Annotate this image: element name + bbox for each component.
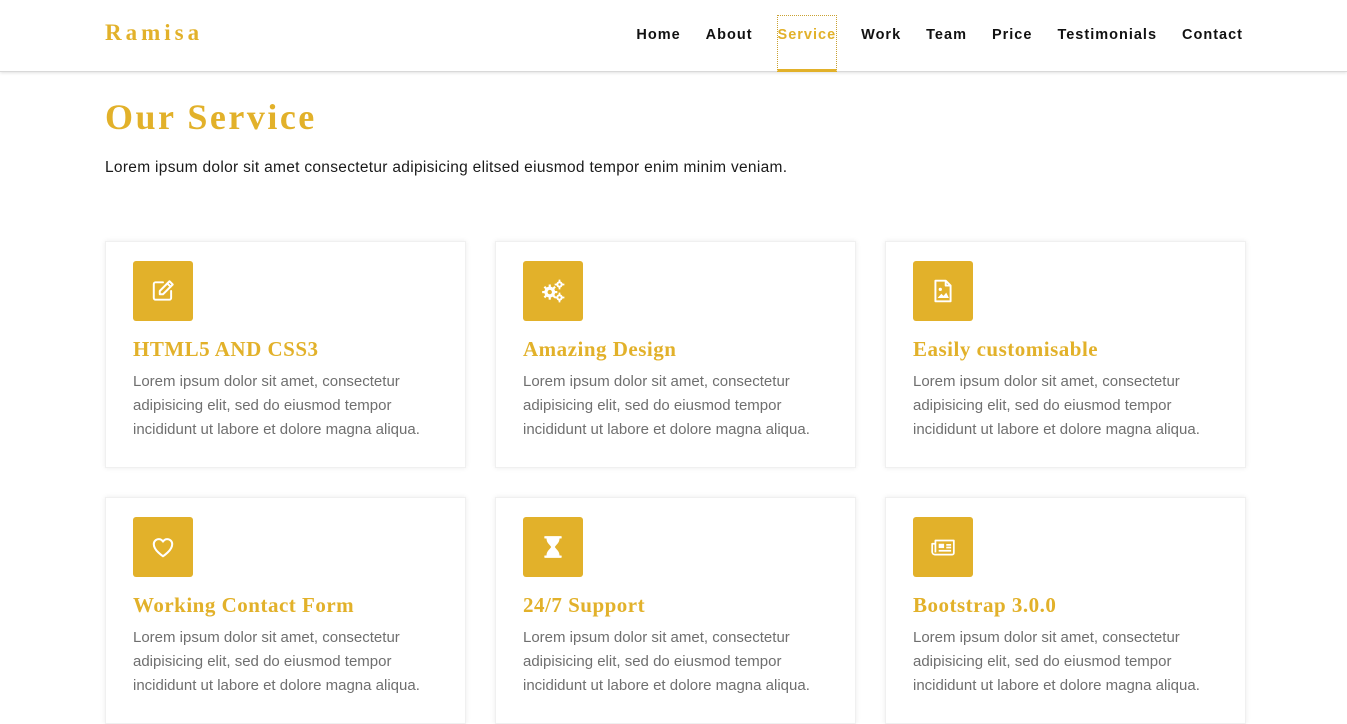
edit-icon [133, 261, 193, 321]
nav-item-team: Team [925, 0, 968, 72]
nav-item-service: Service [776, 0, 838, 72]
nav-item-testimonials: Testimonials [1056, 0, 1158, 72]
image-file-icon [913, 261, 973, 321]
nav-link-about[interactable]: About [705, 15, 754, 72]
service-card-html5: HTML5 AND CSS3 Lorem ipsum dolor sit ame… [105, 241, 466, 468]
nav-link-work[interactable]: Work [860, 15, 902, 72]
newspaper-icon [913, 517, 973, 577]
nav-link-price[interactable]: Price [991, 15, 1033, 72]
nav-link-home[interactable]: Home [635, 15, 681, 72]
gears-icon [523, 261, 583, 321]
brand-logo[interactable]: Ramisa [105, 20, 203, 46]
service-title: HTML5 AND CSS3 [133, 337, 319, 361]
section-description: Lorem ipsum dolor sit amet consectetur a… [105, 159, 788, 176]
navbar: Ramisa Home About Service Work Team Pric… [0, 0, 1347, 72]
service-card-contact-form: Working Contact Form Lorem ipsum dolor s… [105, 497, 466, 724]
nav-item-contact: Contact [1181, 0, 1244, 72]
section-title: Our Service [105, 97, 317, 137]
nav-link-testimonials[interactable]: Testimonials [1056, 15, 1158, 72]
service-text: Lorem ipsum dolor sit amet, consectetur … [523, 373, 810, 438]
nav-item-price: Price [991, 0, 1033, 72]
service-title: 24/7 Support [523, 593, 646, 617]
service-title: Bootstrap 3.0.0 [913, 593, 1057, 617]
nav-item-home: Home [635, 0, 681, 72]
hourglass-icon [523, 517, 583, 577]
nav-item-work: Work [860, 0, 902, 72]
nav-menu: Home About Service Work Team Price Testi… [612, 0, 1244, 72]
service-card-customisable: Easily customisable Lorem ipsum dolor si… [885, 241, 1246, 468]
service-card-support: 24/7 Support Lorem ipsum dolor sit amet,… [495, 497, 856, 724]
nav-link-contact[interactable]: Contact [1181, 15, 1244, 72]
service-text: Lorem ipsum dolor sit amet, consectetur … [913, 373, 1200, 438]
service-card-design: Amazing Design Lorem ipsum dolor sit ame… [495, 241, 856, 468]
nav-item-about: About [705, 0, 754, 72]
service-title: Working Contact Form [133, 593, 355, 617]
service-text: Lorem ipsum dolor sit amet, consectetur … [133, 629, 420, 694]
service-text: Lorem ipsum dolor sit amet, consectetur … [523, 629, 810, 694]
nav-link-team[interactable]: Team [925, 15, 968, 72]
service-text: Lorem ipsum dolor sit amet, consectetur … [913, 629, 1200, 694]
heart-icon [133, 517, 193, 577]
service-text: Lorem ipsum dolor sit amet, consectetur … [133, 373, 420, 438]
service-title: Amazing Design [523, 337, 677, 361]
nav-link-service[interactable]: Service [776, 15, 838, 72]
service-card-bootstrap: Bootstrap 3.0.0 Lorem ipsum dolor sit am… [885, 497, 1246, 724]
service-title: Easily customisable [913, 337, 1099, 361]
